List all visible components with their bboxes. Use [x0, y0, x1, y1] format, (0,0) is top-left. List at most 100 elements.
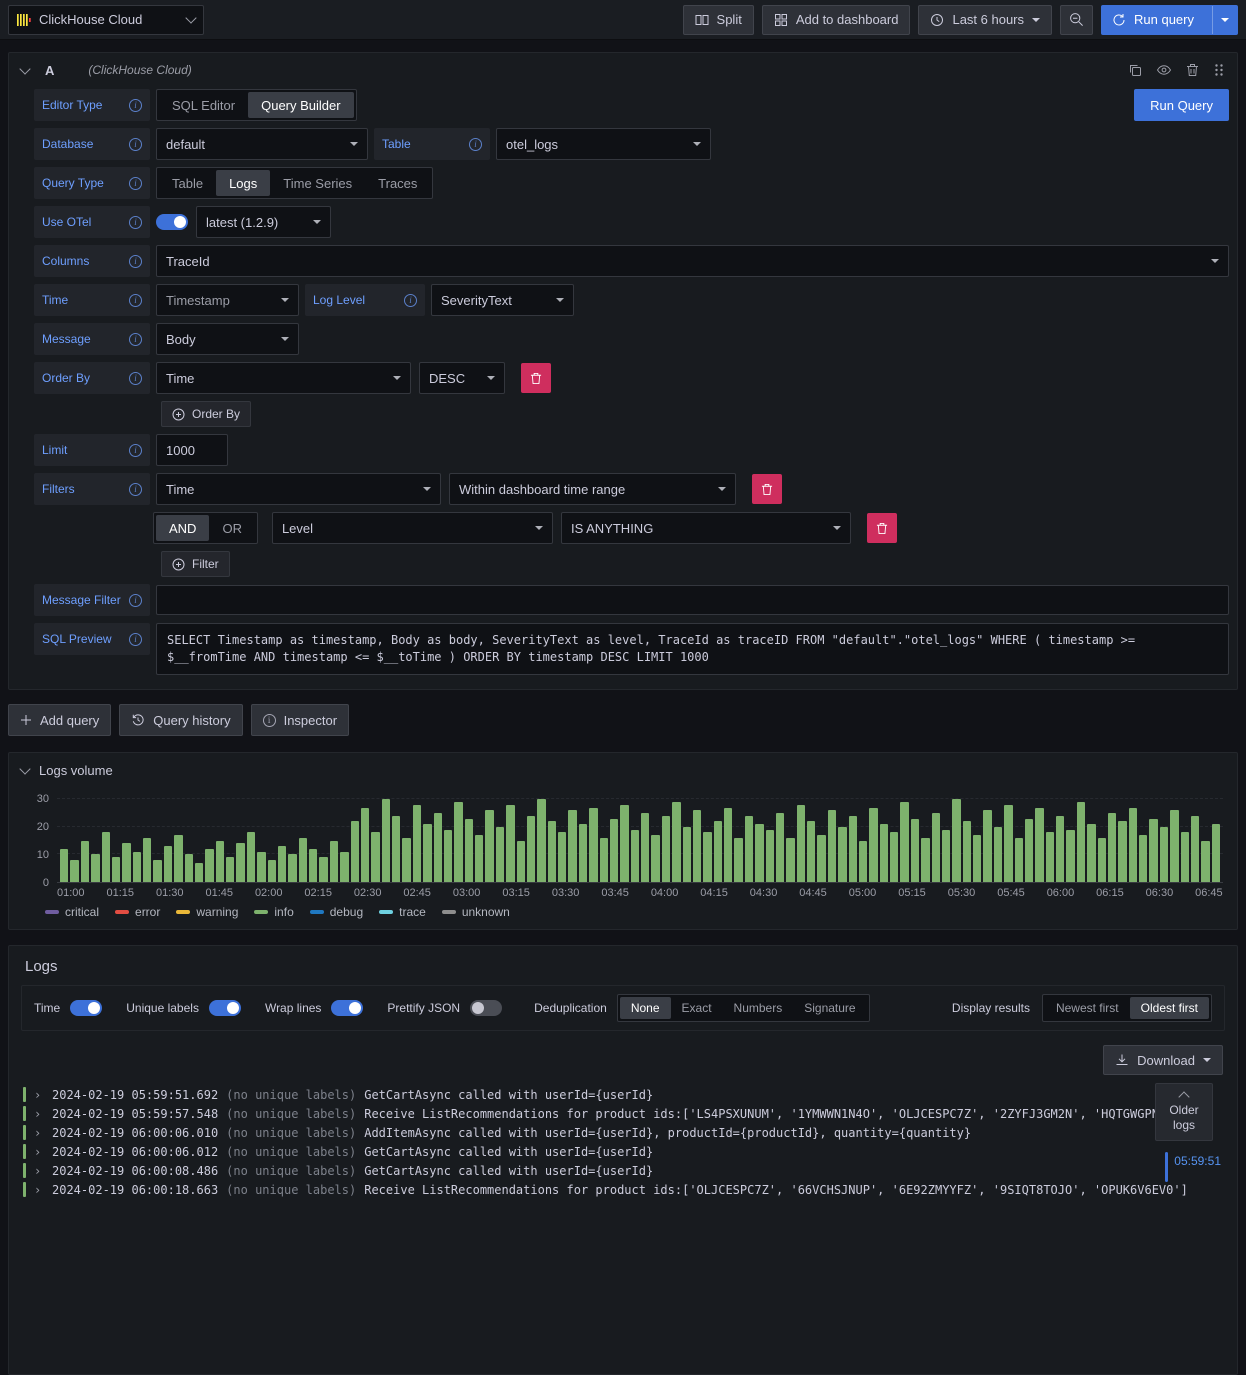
database-select[interactable]: default [156, 128, 368, 160]
order-by-column-select[interactable]: Time [156, 362, 411, 394]
chart-plot-area[interactable] [57, 791, 1223, 883]
info-icon[interactable] [129, 443, 142, 457]
message-column-select[interactable]: Body [156, 323, 299, 355]
columns-multiselect[interactable]: TraceId [156, 245, 1229, 277]
query-history-button[interactable]: Query history [119, 704, 243, 736]
query-type-time-series[interactable]: Time Series [270, 170, 365, 196]
drag-handle-icon[interactable] [1213, 63, 1225, 77]
logs-volume-chart[interactable]: 0 10 20 30 [23, 791, 1223, 889]
log-row[interactable]: › 2024-02-19 06:00:08.486 (no unique label… [23, 1161, 1223, 1180]
legend-item-critical[interactable]: critical [45, 905, 99, 919]
info-icon[interactable] [129, 332, 142, 346]
display-newest-first[interactable]: Newest first [1045, 997, 1130, 1019]
message-filter-input[interactable] [156, 585, 1229, 615]
dedup-signature[interactable]: Signature [793, 997, 866, 1019]
log-row[interactable]: › 2024-02-19 05:59:51.692 (no unique label… [23, 1085, 1223, 1104]
datasource-picker[interactable]: ClickHouse Cloud [8, 4, 204, 35]
expand-chevron-icon[interactable]: › [34, 1164, 44, 1178]
disable-query-eye-icon[interactable] [1156, 63, 1172, 77]
volume-bar [319, 857, 328, 882]
run-query-panel-button[interactable]: Run Query [1134, 89, 1229, 121]
time-range-picker[interactable]: Last 6 hours [918, 4, 1053, 35]
dedup-none[interactable]: None [619, 997, 671, 1019]
filter1-column-select[interactable]: Time [156, 473, 441, 505]
query-type-logs[interactable]: Logs [216, 170, 271, 196]
expand-chevron-icon[interactable]: › [34, 1145, 44, 1159]
legend-item-trace[interactable]: trace [379, 905, 426, 919]
info-icon[interactable] [129, 176, 142, 190]
log-row[interactable]: › 2024-02-19 05:59:57.548 (no unique label… [23, 1104, 1223, 1123]
info-icon[interactable] [129, 254, 142, 268]
query-type-traces[interactable]: Traces [365, 170, 430, 196]
legend-item-warning[interactable]: warning [176, 905, 238, 919]
expand-chevron-icon[interactable]: › [34, 1107, 44, 1121]
info-icon[interactable] [129, 98, 142, 112]
add-to-dashboard-button[interactable]: Add to dashboard [761, 4, 911, 35]
run-query-button[interactable]: Run query [1101, 4, 1238, 35]
log-level-select[interactable]: SeverityText [431, 284, 574, 316]
log-row[interactable]: › 2024-02-19 06:00:06.012 (no unique label… [23, 1142, 1223, 1161]
info-icon[interactable] [404, 293, 417, 307]
info-icon[interactable] [129, 371, 142, 385]
run-query-dropdown[interactable] [1212, 5, 1237, 34]
remove-filter1-button[interactable] [752, 474, 782, 504]
delete-query-icon[interactable] [1186, 63, 1199, 77]
inspector-button[interactable]: Inspector [250, 704, 350, 736]
editor-type-sql-editor[interactable]: SQL Editor [159, 92, 248, 118]
scroll-thumb[interactable] [1165, 1152, 1169, 1182]
info-icon[interactable] [129, 482, 142, 496]
split-button[interactable]: Split [682, 4, 754, 35]
prettify-json-toggle[interactable] [470, 1000, 503, 1016]
editor-type-query-builder[interactable]: Query Builder [248, 92, 354, 118]
log-row[interactable]: › 2024-02-19 06:00:18.663 (no unique label… [23, 1180, 1223, 1199]
info-icon[interactable] [129, 593, 142, 607]
time-column-select[interactable]: Timestamp [156, 284, 299, 316]
info-icon[interactable] [129, 632, 142, 646]
query-panel-header[interactable]: A (ClickHouse Cloud) [9, 53, 1237, 87]
display-oldest-first[interactable]: Oldest first [1129, 997, 1209, 1019]
expand-chevron-icon[interactable]: › [34, 1126, 44, 1140]
filter2-operator-select[interactable]: IS ANYTHING [560, 512, 851, 544]
y-tick-label: 0 [42, 877, 49, 889]
remove-filter2-button[interactable] [866, 513, 897, 543]
expand-chevron-icon[interactable]: › [34, 1183, 44, 1197]
wrap-lines-toggle[interactable] [331, 1000, 364, 1016]
filter-operator-or[interactable]: OR [209, 515, 255, 541]
legend-item-info[interactable]: info [254, 905, 294, 919]
filter-operator-and[interactable]: AND [156, 515, 210, 541]
remove-order-by-button[interactable] [521, 363, 551, 393]
collapse-chevron-icon[interactable] [19, 62, 31, 75]
download-button[interactable]: Download [1103, 1045, 1223, 1075]
add-order-by-button[interactable]: Order By [161, 401, 252, 427]
order-by-direction-select[interactable]: DESC [419, 362, 505, 394]
expand-chevron-icon[interactable]: › [34, 1088, 44, 1102]
collapse-chevron-icon[interactable] [19, 762, 31, 775]
dedup-numbers[interactable]: Numbers [723, 997, 794, 1019]
filter1-value-select[interactable]: Within dashboard time range [449, 473, 736, 505]
unique-labels-toggle[interactable] [208, 1000, 241, 1016]
zoom-out-button[interactable] [1060, 4, 1094, 35]
scroll-position-indicator[interactable]: 05:59:51 [1165, 1152, 1221, 1182]
add-filter-button[interactable]: Filter [161, 551, 230, 577]
info-icon[interactable] [469, 137, 482, 151]
logs-volume-header[interactable]: Logs volume [9, 753, 1237, 787]
info-icon[interactable] [129, 137, 142, 151]
filter2-column-select[interactable]: Level [271, 512, 553, 544]
older-logs-button[interactable]: Older logs [1155, 1083, 1213, 1141]
legend-item-debug[interactable]: debug [309, 905, 363, 919]
limit-input[interactable] [156, 434, 228, 466]
volume-bar [734, 837, 743, 882]
table-select[interactable]: otel_logs [496, 128, 711, 160]
otel-version-select[interactable]: latest (1.2.9) [196, 206, 331, 238]
query-type-table[interactable]: Table [159, 170, 216, 196]
dedup-exact[interactable]: Exact [671, 997, 723, 1019]
legend-item-error[interactable]: error [115, 905, 160, 919]
info-icon[interactable] [129, 293, 142, 307]
add-query-button[interactable]: Add query [8, 704, 112, 736]
duplicate-query-icon[interactable] [1128, 63, 1142, 77]
log-row[interactable]: › 2024-02-19 06:00:06.010 (no unique label… [23, 1123, 1223, 1142]
info-icon[interactable] [129, 215, 142, 229]
legend-item-unknown[interactable]: unknown [441, 905, 510, 919]
time-toggle[interactable] [70, 1000, 103, 1016]
use-otel-toggle[interactable] [156, 214, 188, 230]
